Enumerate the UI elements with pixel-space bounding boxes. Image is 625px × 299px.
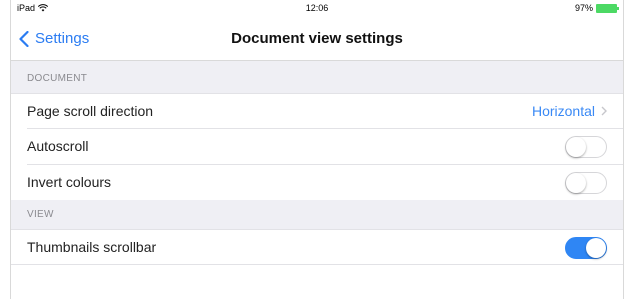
thumbnails-scrollbar-toggle[interactable] [565, 237, 607, 259]
empty-area [11, 265, 623, 299]
setting-label: Page scroll direction [27, 103, 154, 119]
setting-label: Autoscroll [27, 138, 89, 154]
setting-row-autoscroll: Autoscroll [11, 129, 623, 165]
settings-screen: iPad 12:06 97% Settings Document view se… [10, 0, 624, 299]
toggle-knob [586, 238, 606, 258]
status-time: 12:06 [305, 3, 329, 13]
setting-label: Invert colours [27, 174, 112, 190]
toggle-knob [566, 137, 586, 157]
status-right: 97% [574, 3, 619, 13]
autoscroll-toggle[interactable] [565, 136, 607, 158]
setting-row-thumbnails-scrollbar: Thumbnails scrollbar [11, 229, 623, 265]
navigation-bar: Settings Document view settings [11, 16, 623, 61]
setting-row-scroll-direction[interactable]: Page scroll direction Horizontal [11, 93, 623, 129]
scroll-direction-value[interactable]: Horizontal [532, 103, 607, 119]
section-header-view: VIEW [11, 200, 623, 229]
page-title: Document view settings [231, 30, 403, 47]
section-header-view-label: VIEW [27, 209, 54, 220]
battery-percent: 97% [574, 3, 593, 13]
battery-icon [596, 3, 619, 13]
setting-label: Thumbnails scrollbar [27, 239, 157, 255]
section-header-document-label: DOCUMENT [27, 73, 88, 84]
chevron-right-icon [601, 106, 607, 116]
section-header-document: DOCUMENT [11, 61, 623, 93]
status-bar: iPad 12:06 97% [11, 0, 623, 16]
invert-colours-toggle[interactable] [565, 172, 607, 194]
toggle-knob [566, 173, 586, 193]
setting-row-invert-colours: Invert colours [11, 165, 623, 201]
scroll-direction-value-text: Horizontal [531, 103, 595, 119]
